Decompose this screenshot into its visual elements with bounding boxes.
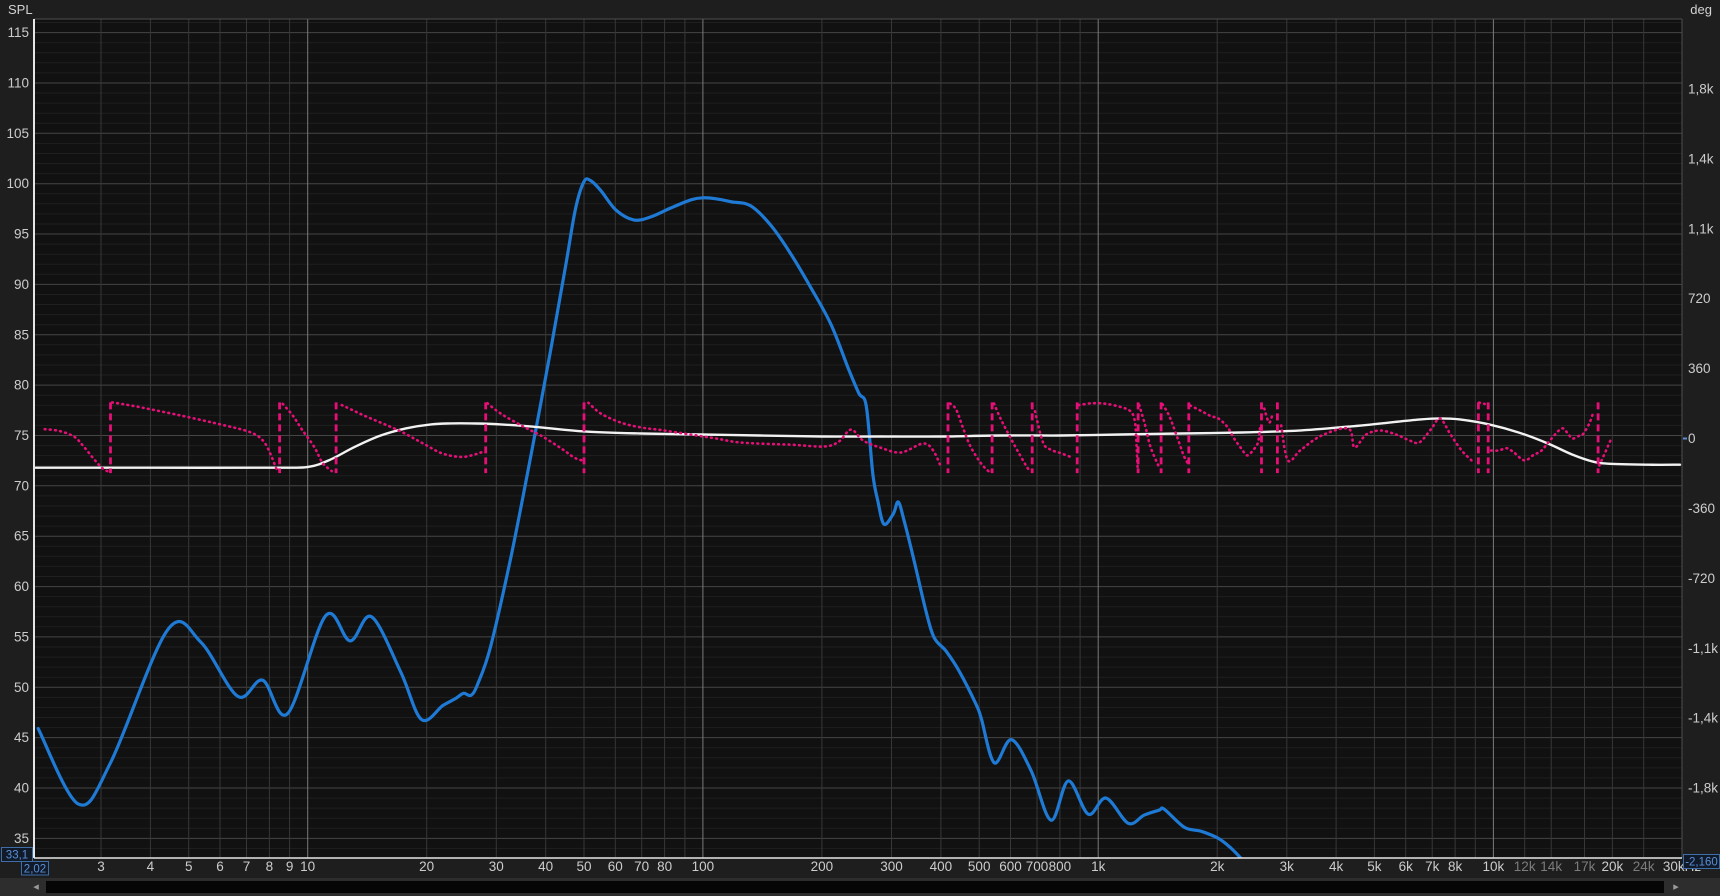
svg-text:10k: 10k	[1483, 859, 1505, 874]
svg-text:110: 110	[7, 76, 29, 91]
svg-text:-2,160: -2,160	[1685, 857, 1718, 869]
svg-text:14k: 14k	[1540, 859, 1562, 874]
svg-text:70: 70	[14, 478, 29, 493]
svg-text:20k: 20k	[1602, 859, 1624, 874]
svg-text:6k: 6k	[1399, 859, 1414, 874]
svg-text:33,1: 33,1	[6, 850, 28, 862]
svg-text:75: 75	[14, 428, 29, 443]
scroll-left-arrow-icon[interactable]: ◂	[28, 878, 44, 896]
svg-text:6: 6	[216, 859, 224, 874]
scrollbar-track[interactable]	[46, 881, 1664, 893]
svg-text:40: 40	[14, 781, 29, 796]
svg-text:80: 80	[657, 859, 672, 874]
svg-text:-360: -360	[1688, 501, 1715, 516]
spl-axis-labels: 115 110 105 100 95 90 85 80 75 70 65 60 55 50 45 40 35	[6, 25, 29, 846]
svg-text:4k: 4k	[1329, 859, 1344, 874]
scroll-right-arrow-icon[interactable]: ▸	[1668, 878, 1684, 896]
svg-text:360: 360	[1688, 361, 1711, 376]
svg-text:8: 8	[266, 859, 274, 874]
svg-text:-720: -720	[1688, 571, 1715, 586]
svg-text:60: 60	[14, 579, 29, 594]
svg-text:500: 500	[968, 859, 991, 874]
svg-text:10: 10	[300, 859, 315, 874]
chart-svg: 115110105100959085807570656055504540351,…	[0, 0, 1720, 878]
svg-text:0: 0	[1688, 431, 1696, 446]
freq-axis-labels: 3 4 5 6 789 10 20 30 40 50 60 70 80 100 200 300 400 500 60…	[97, 859, 1701, 874]
svg-text:2k: 2k	[1210, 859, 1225, 874]
svg-text:800: 800	[1049, 859, 1072, 874]
svg-text:65: 65	[14, 529, 29, 544]
svg-text:100: 100	[692, 859, 715, 874]
svg-text:700: 700	[1026, 859, 1049, 874]
svg-text:-1,8k: -1,8k	[1688, 781, 1718, 796]
svg-text:24k: 24k	[1633, 859, 1655, 874]
svg-text:1,8k: 1,8k	[1688, 81, 1714, 96]
svg-text:105: 105	[6, 126, 29, 141]
svg-text:720: 720	[1688, 291, 1711, 306]
svg-text:1,1k: 1,1k	[1688, 221, 1714, 236]
svg-text:40: 40	[538, 859, 553, 874]
svg-text:55: 55	[14, 629, 29, 644]
svg-text:5k: 5k	[1367, 859, 1382, 874]
svg-text:-1,4k: -1,4k	[1688, 711, 1718, 726]
svg-text:-1,1k: -1,1k	[1688, 641, 1718, 656]
svg-text:70: 70	[634, 859, 649, 874]
svg-text:45: 45	[14, 730, 29, 745]
svg-text:35: 35	[14, 831, 29, 846]
svg-text:600: 600	[999, 859, 1022, 874]
svg-text:2,02: 2,02	[24, 863, 46, 875]
svg-text:90: 90	[14, 277, 29, 292]
plot-background	[34, 19, 1682, 858]
svg-text:100: 100	[6, 176, 29, 191]
svg-text:1k: 1k	[1091, 859, 1106, 874]
svg-text:30: 30	[489, 859, 504, 874]
svg-text:3: 3	[97, 859, 105, 874]
svg-text:50: 50	[14, 680, 29, 695]
svg-text:200: 200	[811, 859, 834, 874]
svg-text:60: 60	[608, 859, 623, 874]
svg-text:4: 4	[147, 859, 155, 874]
spl-phase-chart[interactable]: 115110105100959085807570656055504540351,…	[0, 0, 1720, 878]
spl-edge-value: 33,1	[2, 848, 33, 862]
svg-text:50: 50	[576, 859, 591, 874]
svg-text:95: 95	[14, 227, 29, 242]
svg-text:17k: 17k	[1574, 859, 1596, 874]
deg-edge-value: -2,160	[1684, 855, 1720, 869]
svg-text:80: 80	[14, 378, 29, 393]
svg-text:20: 20	[419, 859, 434, 874]
svg-text:7k: 7k	[1425, 859, 1440, 874]
svg-text:7: 7	[243, 859, 251, 874]
svg-text:115: 115	[7, 25, 29, 40]
svg-text:5: 5	[185, 859, 193, 874]
svg-text:3k: 3k	[1280, 859, 1295, 874]
deg-axis-labels: 1,8k 1,4k 1,1k 720 360 0 -360 -720 -1,1k -1,4k -1,…	[1688, 81, 1718, 795]
svg-text:8k: 8k	[1448, 859, 1463, 874]
svg-text:300: 300	[880, 859, 903, 874]
svg-text:85: 85	[14, 327, 29, 342]
freq-edge-value: 2,02	[22, 862, 49, 876]
svg-text:9: 9	[286, 859, 294, 874]
svg-text:12k: 12k	[1514, 859, 1536, 874]
horizontal-scrollbar[interactable]: ◂ ▸	[0, 878, 1720, 896]
svg-text:1,4k: 1,4k	[1688, 151, 1714, 166]
svg-text:400: 400	[930, 859, 953, 874]
